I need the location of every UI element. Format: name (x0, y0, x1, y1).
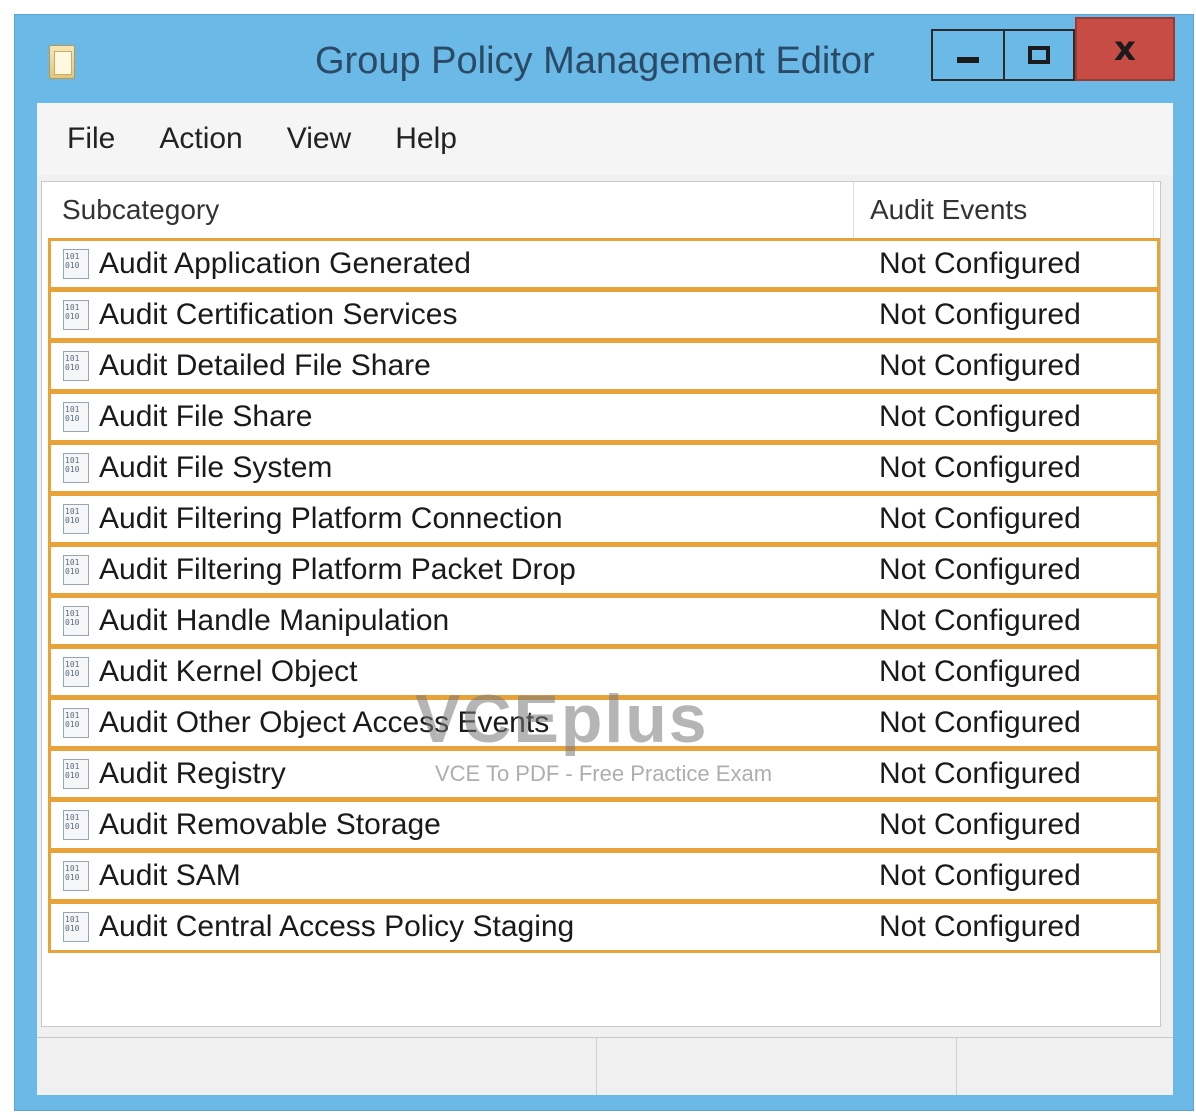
menu-action[interactable]: Action (159, 122, 242, 156)
table-row[interactable]: 101 010 Audit Kernel Object Not Configured (48, 646, 1160, 698)
audit-events-cell: Not Configured (879, 553, 1081, 586)
status-pane (37, 1038, 597, 1095)
subcategory-cell: Audit Filtering Platform Connection (99, 502, 563, 535)
binary-setting-icon: 101 010 (63, 912, 89, 942)
table-row[interactable]: 101 010 Audit Certification Services Not Co… (48, 289, 1160, 341)
binary-setting-icon: 101 010 (63, 861, 89, 891)
audit-events-cell: Not Configured (879, 349, 1081, 382)
table-row[interactable]: 101 010 Audit Detailed File Share Not Confi… (48, 340, 1160, 392)
subcategory-cell: Audit Central Access Policy Staging (99, 910, 575, 943)
window-title: Group Policy Management Editor (315, 40, 875, 82)
subcategory-cell: Audit Detailed File Share (99, 349, 431, 382)
maximize-button[interactable] (1005, 29, 1075, 81)
binary-setting-icon: 101 010 (63, 351, 89, 381)
table-row[interactable]: 101 010 Audit Handle Manipulation Not Confi… (48, 595, 1160, 647)
subcategory-cell: Audit Application Generated (99, 247, 471, 280)
binary-setting-icon: 101 010 (63, 759, 89, 789)
minimize-button[interactable] (931, 29, 1005, 81)
audit-events-cell: Not Configured (879, 859, 1081, 892)
table-row[interactable]: 101 010 Audit File System Not Configured (48, 442, 1160, 494)
binary-setting-icon: 101 010 (63, 300, 89, 330)
table-row[interactable]: 101 010 Audit Filtering Platform Packet Dr… (48, 544, 1160, 596)
subcategory-cell: Audit File Share (99, 400, 313, 433)
subcategory-cell: Audit Kernel Object (99, 655, 358, 688)
binary-setting-icon: 101 010 (63, 657, 89, 687)
subcategory-cell: Audit Registry (99, 757, 286, 790)
status-pane (957, 1038, 1173, 1095)
list-header: Subcategory Audit Events (42, 182, 1160, 238)
column-header-audit-events[interactable]: Audit Events (854, 182, 1154, 238)
audit-events-cell: Not Configured (879, 604, 1081, 637)
table-row[interactable]: 101 010 Audit SAM Not Configured (48, 850, 1160, 902)
binary-setting-icon: 101 010 (63, 402, 89, 432)
binary-setting-icon: 101 010 (63, 555, 89, 585)
minimize-icon (957, 57, 979, 63)
subcategory-cell: Audit File System (99, 451, 333, 484)
close-button[interactable]: x (1075, 17, 1175, 81)
audit-events-cell: Not Configured (879, 298, 1081, 331)
audit-events-cell: Not Configured (879, 247, 1081, 280)
audit-events-cell: Not Configured (879, 400, 1081, 433)
binary-setting-icon: 101 010 (63, 453, 89, 483)
menu-file[interactable]: File (67, 122, 115, 156)
menu-help[interactable]: Help (395, 122, 457, 156)
subcategory-cell: Audit SAM (99, 859, 241, 892)
subcategory-cell: Audit Removable Storage (99, 808, 441, 841)
audit-events-cell: Not Configured (879, 910, 1081, 943)
binary-setting-icon: 101 010 (63, 606, 89, 636)
subcategory-cell: Audit Filtering Platform Packet Drop (99, 553, 576, 586)
table-row[interactable]: 101 010 Audit Registry Not Configured (48, 748, 1160, 800)
status-pane (597, 1038, 957, 1095)
table-row[interactable]: 101 010 Audit Application Generated Not Con… (48, 238, 1160, 290)
close-icon: x (1114, 29, 1136, 69)
table-row[interactable]: 101 010 Audit Central Access Policy Stagin… (48, 901, 1160, 953)
list-rows: 101 010 Audit Application Generated Not Con… (48, 238, 1160, 953)
menu-view[interactable]: View (287, 122, 351, 156)
audit-events-cell: Not Configured (879, 451, 1081, 484)
binary-setting-icon: 101 010 (63, 504, 89, 534)
subcategory-cell: Audit Handle Manipulation (99, 604, 450, 637)
audit-events-cell: Not Configured (879, 655, 1081, 688)
policy-list: Subcategory Audit Events 101 010 Audit App… (41, 181, 1161, 1027)
client-area: File Action View Help Subcategory Audit … (37, 103, 1173, 1095)
status-bar (37, 1037, 1173, 1095)
table-row[interactable]: 101 010 Audit Filtering Platform Connectio… (48, 493, 1160, 545)
maximize-icon (1028, 46, 1050, 64)
column-header-subcategory[interactable]: Subcategory (42, 182, 854, 238)
subcategory-cell: Audit Other Object Access Events (99, 706, 550, 739)
audit-events-cell: Not Configured (879, 757, 1081, 790)
main-window: Group Policy Management Editor x File Ac… (14, 14, 1194, 1111)
binary-setting-icon: 101 010 (63, 810, 89, 840)
menu-bar: File Action View Help (37, 103, 1173, 175)
table-row[interactable]: 101 010 Audit Removable Storage Not Configu… (48, 799, 1160, 851)
binary-setting-icon: 101 010 (63, 708, 89, 738)
table-row[interactable]: 101 010 Audit File Share Not Configured (48, 391, 1160, 443)
subcategory-cell: Audit Certification Services (99, 298, 458, 331)
policy-app-icon (49, 45, 75, 79)
audit-events-cell: Not Configured (879, 502, 1081, 535)
binary-setting-icon: 101 010 (63, 249, 89, 279)
title-bar[interactable]: Group Policy Management Editor x (15, 15, 1193, 103)
audit-events-cell: Not Configured (879, 808, 1081, 841)
audit-events-cell: Not Configured (879, 706, 1081, 739)
table-row[interactable]: 101 010 Audit Other Object Access Events No… (48, 697, 1160, 749)
